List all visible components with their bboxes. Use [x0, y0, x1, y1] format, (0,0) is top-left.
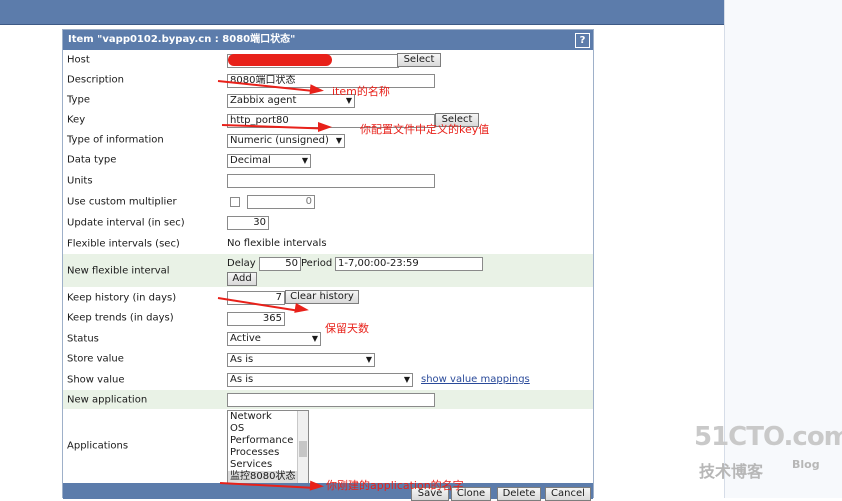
host-select-button[interactable]: Select — [397, 53, 441, 67]
clear-history-button[interactable]: Clear history — [285, 290, 359, 304]
keep-trends-label: Keep trends (in days) — [67, 312, 174, 324]
show-value-select[interactable]: As is ▼ — [227, 373, 413, 387]
row-store-value: Store value As is ▼ — [63, 349, 593, 369]
keep-history-label: Keep history (in days) — [67, 292, 177, 303]
data-type-label: Data type — [67, 154, 117, 166]
delete-button[interactable]: Delete — [497, 487, 541, 501]
help-icon[interactable]: ? — [575, 33, 590, 48]
host-redaction-mark — [228, 54, 332, 66]
type-of-information-select[interactable]: Numeric (unsigned) ▼ — [227, 134, 345, 148]
listbox-scroll-thumb[interactable] — [299, 441, 307, 457]
chevron-down-icon: ▼ — [311, 334, 318, 343]
key-arrowhead — [318, 122, 332, 132]
chevron-down-icon: ▼ — [403, 375, 410, 384]
custom-multiplier-checkbox[interactable] — [230, 197, 240, 207]
new-application-label: New application — [67, 394, 148, 405]
listbox-scrollbar[interactable] — [297, 411, 308, 483]
row-flexible-intervals: Flexible intervals (sec) No flexible int… — [63, 233, 593, 254]
row-update-interval: Update interval (in sec) 30 — [63, 212, 593, 233]
row-new-application: New application — [63, 390, 593, 409]
store-value-label: Store value — [67, 353, 124, 365]
delay-input[interactable]: 50 — [259, 257, 301, 271]
keep-trends-input[interactable]: 365 — [227, 312, 285, 326]
period-label: Period — [301, 258, 333, 269]
row-type: Type Zabbix agent ▼ — [63, 90, 593, 110]
row-data-type: Data type Decimal ▼ — [63, 150, 593, 170]
chevron-down-icon: ▼ — [301, 156, 308, 165]
host-label: Host — [67, 54, 90, 66]
application-arrowhead — [309, 480, 325, 492]
application-option[interactable]: Processes — [228, 447, 308, 459]
store-value-select[interactable]: As is ▼ — [227, 353, 375, 367]
custom-multiplier-label: Use custom multiplier — [67, 196, 177, 207]
data-type-select[interactable]: Decimal ▼ — [227, 154, 311, 168]
application-option[interactable]: OS — [228, 423, 308, 435]
top-header-bar — [0, 0, 724, 25]
chevron-down-icon: ▼ — [335, 136, 342, 145]
type-of-information-value: Numeric (unsigned) — [230, 135, 329, 146]
data-type-value: Decimal — [230, 155, 271, 166]
show-value-mappings-link[interactable]: show value mappings — [421, 374, 530, 385]
row-type-of-information: Type of information Numeric (unsigned) ▼ — [63, 130, 593, 150]
row-keep-history: Keep history (in days) 7 Clear history — [63, 287, 593, 308]
form-title-bar: Item "vapp0102.bypay.cn : 8080端口状态" ? — [63, 30, 593, 50]
type-label: Type — [67, 94, 90, 106]
row-units: Units — [63, 170, 593, 191]
left-margin — [0, 25, 62, 498]
key-annotation: 你配置文件中定义的key值 — [360, 123, 490, 136]
form-title: Item "vapp0102.bypay.cn : 8080端口状态" — [68, 34, 296, 45]
delay-label: Delay — [227, 258, 256, 269]
row-new-flexible-interval: New flexible interval Delay 50 Period 1-… — [63, 254, 593, 287]
history-annotation: 保留天数 — [325, 322, 369, 335]
item-form-panel: Item "vapp0102.bypay.cn : 8080端口状态" ? Ho… — [62, 29, 594, 501]
status-label: Status — [67, 333, 99, 344]
new-flexible-interval-label: New flexible interval — [67, 265, 170, 276]
type-selected-value: Zabbix agent — [230, 95, 297, 106]
chevron-down-icon: ▼ — [365, 355, 372, 364]
application-option[interactable]: Network — [228, 411, 308, 423]
units-input[interactable] — [227, 174, 435, 188]
units-label: Units — [67, 175, 93, 186]
key-label: Key — [67, 114, 86, 126]
description-annotation: item的名称 — [332, 85, 390, 98]
application-option[interactable]: 监控8080状态 — [228, 471, 308, 483]
row-show-value: Show value As is ▼ show value mappings — [63, 369, 593, 390]
application-option[interactable]: Performance — [228, 435, 308, 447]
store-value-selected: As is — [230, 354, 254, 365]
add-interval-button[interactable]: Add — [227, 272, 257, 286]
cancel-button[interactable]: Cancel — [545, 487, 591, 501]
watermark-subtitle: 技术博客 — [699, 462, 764, 481]
new-application-input[interactable] — [227, 393, 435, 407]
row-applications: Applications Network OS Performance Proc… — [63, 409, 593, 484]
type-of-information-label: Type of information — [67, 134, 164, 146]
show-value-selected: As is — [230, 374, 254, 385]
history-arrowhead — [294, 302, 310, 316]
update-interval-input[interactable]: 30 — [227, 216, 269, 230]
show-value-label: Show value — [67, 374, 125, 385]
flexible-intervals-label: Flexible intervals (sec) — [67, 238, 180, 249]
description-arrowhead — [309, 84, 325, 96]
description-label: Description — [67, 74, 124, 86]
applications-label: Applications — [67, 440, 129, 452]
custom-multiplier-input[interactable]: 0 — [247, 195, 315, 209]
row-custom-multiplier: Use custom multiplier 0 — [63, 191, 593, 212]
flexible-intervals-value: No flexible intervals — [227, 238, 327, 249]
application-annotation: 你刚建的application的名字 — [326, 479, 464, 492]
status-value: Active — [230, 333, 261, 344]
applications-listbox[interactable]: Network OS Performance Processes Service… — [227, 410, 309, 484]
row-description: Description 8080端口状态 — [63, 70, 593, 90]
update-interval-label: Update interval (in sec) — [67, 217, 185, 228]
watermark-blog: Blog — [792, 458, 820, 471]
watermark-brand: 51CTO.com — [694, 422, 842, 452]
period-input[interactable]: 1-7,00:00-23:59 — [335, 257, 483, 271]
application-option[interactable]: Services — [228, 459, 308, 471]
status-select[interactable]: Active ▼ — [227, 332, 321, 346]
